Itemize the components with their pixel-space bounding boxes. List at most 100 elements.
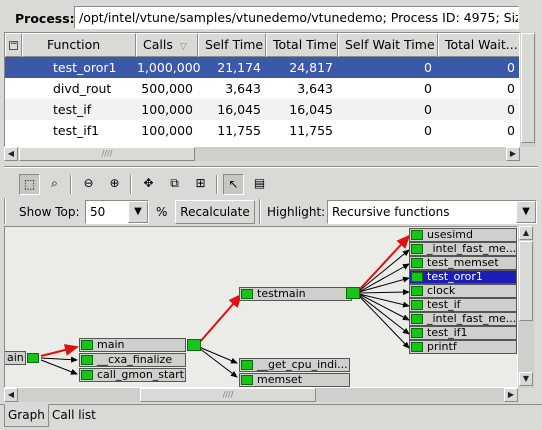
table-hscroll-thumb[interactable]: ////: [19, 147, 195, 161]
cell-function: test_if: [53, 102, 92, 117]
graph-node-cxa-finalize[interactable]: __cxa_finalize: [79, 353, 186, 367]
percent-label: %: [156, 205, 168, 219]
zoom-out-icon[interactable]: ⊖: [78, 174, 99, 195]
table-row[interactable]: test_if1 100,000 11,755 11,755 0 0: [5, 120, 519, 141]
column-header-calls[interactable]: Calls ▽: [136, 33, 198, 57]
pane-splitter[interactable]: [4, 166, 538, 168]
tab-graph[interactable]: Graph: [4, 404, 49, 427]
zoom-tool-icon[interactable]: ⌕: [44, 174, 65, 195]
tab-call-list[interactable]: Call list: [49, 405, 99, 426]
node-label: testmain: [257, 287, 306, 300]
table-row[interactable]: test_oror1 1,000,000 21,174 24,817 0 0: [5, 57, 519, 78]
node-label: _intel_fast_me...: [427, 242, 517, 255]
cell-total-wait: 0: [507, 102, 515, 117]
node-label: __cxa_finalize: [97, 353, 173, 366]
recalculate-button[interactable]: Recalculate: [175, 200, 255, 224]
column-header-self-time[interactable]: Self Time: [198, 33, 266, 57]
scroll-left-icon[interactable]: ◀: [4, 147, 18, 161]
graph-node-usesimd[interactable]: usesimd: [409, 228, 517, 242]
graph-node-test-if[interactable]: test_if: [409, 298, 517, 312]
pointer-icon[interactable]: ↖: [223, 174, 244, 195]
graph-horizontal-scrollbar[interactable]: ◀ //// ▶: [4, 388, 518, 402]
column-header-self-wait-time[interactable]: Self Wait Time: [338, 33, 438, 57]
column-header-total-wait-time[interactable]: Total Wait...: [438, 33, 519, 57]
cell-self-wait: 0: [424, 102, 432, 117]
node-marker: [411, 230, 423, 240]
graph-node-test-oror1[interactable]: test_oror1: [409, 270, 517, 284]
graph-node-get-cpu[interactable]: __get_cpu_indi...: [239, 358, 350, 372]
highlight-label: Highlight:: [267, 205, 326, 219]
cell-self-time: 11,755: [217, 123, 261, 138]
graph-node-root[interactable]: ain: [5, 351, 39, 365]
column-header-function[interactable]: Function: [22, 33, 136, 57]
expand-icon[interactable]: ⧉: [164, 174, 185, 195]
graph-node-clock[interactable]: clock: [409, 284, 517, 298]
grip: [4, 198, 6, 224]
node-label: _intel_fast_me...: [427, 312, 517, 325]
cell-calls: 100,000: [141, 123, 193, 138]
column-header-calls-label: Calls: [143, 37, 173, 52]
cell-self-time: 3,643: [225, 81, 261, 96]
cell-total-wait: 0: [507, 60, 515, 75]
cell-total-time: 3,643: [297, 81, 333, 96]
process-field[interactable]: /opt/intel/vtune/samples/vtunedemo/vtune…: [74, 6, 519, 29]
node-label: ain: [7, 351, 24, 364]
graph-hscroll-thumb[interactable]: ////: [140, 388, 316, 402]
toolbar-separator: [130, 175, 132, 194]
graph-node-test-memset[interactable]: test_memset: [409, 256, 517, 270]
cell-self-wait: 0: [424, 123, 432, 138]
scroll-down-icon[interactable]: ▼: [519, 372, 533, 386]
table-scroll-thumb[interactable]: [521, 33, 535, 143]
cell-self-time: 21,174: [217, 60, 261, 75]
chevron-down-icon[interactable]: ▼: [128, 201, 148, 223]
graph-vscroll-thumb[interactable]: [519, 241, 533, 321]
select-tool-icon[interactable]: ⬚: [19, 174, 40, 195]
scroll-up-icon[interactable]: ▲: [519, 226, 533, 240]
graph-node-call-gmon-start[interactable]: call_gmon_start: [79, 368, 186, 382]
node-marker: [241, 289, 253, 299]
cell-self-wait: 0: [424, 60, 432, 75]
graph-node-printf[interactable]: printf: [409, 340, 517, 354]
graph-vertical-scrollbar[interactable]: ▲ ▼: [518, 226, 534, 388]
zoom-in-icon[interactable]: ⊕: [104, 174, 125, 195]
node-label: test_memset: [427, 256, 499, 269]
show-top-spinbox[interactable]: 50 ▼: [85, 200, 149, 224]
highlight-dropdown[interactable]: Recursive functions ▼: [327, 200, 537, 224]
graph-node-intel-fast-memset[interactable]: _intel_fast_me...: [409, 312, 517, 326]
graph-node-memset[interactable]: memset: [239, 373, 350, 387]
node-marker: [81, 355, 93, 365]
properties-icon[interactable]: ▤: [249, 174, 270, 195]
node-marker: [81, 340, 93, 350]
cell-total-wait: 0: [507, 81, 515, 96]
node-marker: [346, 287, 360, 299]
cell-calls: 100,000: [141, 102, 193, 117]
node-label: test_oror1: [427, 270, 483, 283]
pan-icon[interactable]: ✥: [138, 174, 159, 195]
scroll-left-icon[interactable]: ◀: [4, 388, 18, 402]
graph-node-main[interactable]: main: [79, 338, 186, 352]
collapse-table-button[interactable]: −: [5, 33, 22, 57]
node-label: clock: [427, 284, 456, 297]
call-graph[interactable]: ain main __cxa_finalize call_gmon_start …: [4, 226, 518, 388]
node-marker: [411, 342, 423, 352]
sort-descending-icon: ▽: [179, 42, 187, 52]
graph-node-testmain[interactable]: testmain: [239, 287, 352, 301]
graph-node-test-if1[interactable]: test_if1: [409, 326, 517, 340]
chevron-down-icon[interactable]: ▼: [516, 201, 536, 223]
node-label: usesimd: [427, 228, 473, 241]
node-label: call_gmon_start: [97, 368, 184, 381]
table-row[interactable]: test_if 100,000 16,045 16,045 0 0: [5, 99, 519, 120]
scroll-right-icon[interactable]: ▶: [504, 388, 518, 402]
graph-node-intel-fast-memcpy[interactable]: _intel_fast_me...: [409, 242, 517, 256]
cell-function: test_if1: [53, 123, 100, 138]
scroll-right-icon[interactable]: ▶: [506, 147, 520, 161]
table-horizontal-scrollbar[interactable]: ◀ //// ▶: [4, 147, 520, 161]
column-header-total-time[interactable]: Total Time: [266, 33, 338, 57]
table-vertical-scrollbar[interactable]: [520, 32, 536, 147]
highlight-value: Recursive functions: [332, 205, 450, 219]
table-row[interactable]: divd_rout 500,000 3,643 3,643 0 0: [5, 78, 519, 99]
cell-calls: 1,000,000: [137, 60, 201, 75]
cell-total-wait: 0: [507, 123, 515, 138]
collapse-icon[interactable]: ⊞: [190, 174, 211, 195]
node-marker: [411, 314, 423, 324]
